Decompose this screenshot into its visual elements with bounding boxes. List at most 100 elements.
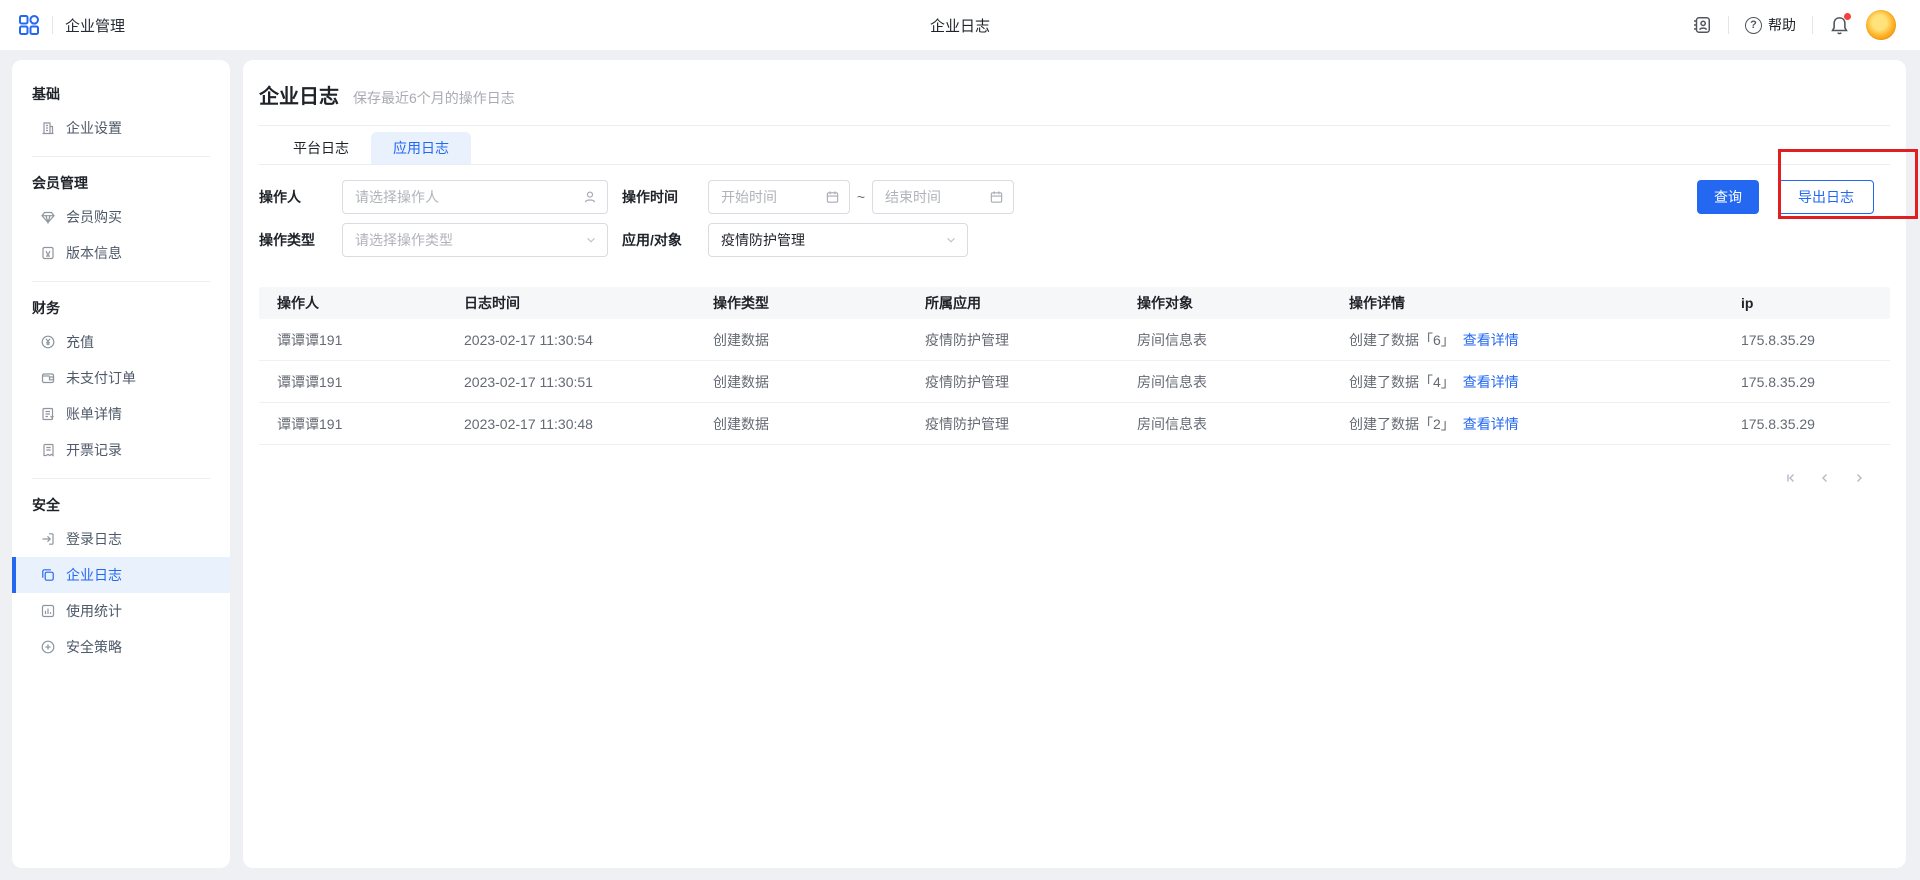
cell-operator: 谭谭谭191 <box>259 372 446 392</box>
calendar-icon <box>825 190 840 205</box>
cell-operator: 谭谭谭191 <box>259 414 446 434</box>
cell-ip: 175.8.35.29 <box>1723 374 1890 390</box>
col-app: 所属应用 <box>907 293 1119 313</box>
sidebar-divider <box>32 281 210 282</box>
tab-platform-logs[interactable]: 平台日志 <box>271 132 371 164</box>
start-time-wrap <box>708 180 850 214</box>
version-doc-icon <box>40 245 56 261</box>
topbar-divider <box>1728 16 1729 34</box>
sidebar-item-label: 会员购买 <box>66 207 122 227</box>
notification-bell-icon[interactable] <box>1829 15 1850 36</box>
bill-icon <box>40 406 56 422</box>
cell-object: 房间信息表 <box>1119 372 1331 392</box>
recharge-yuan-icon <box>40 334 56 350</box>
next-page-button[interactable] <box>1848 467 1870 489</box>
sidebar-item-label: 版本信息 <box>66 243 122 263</box>
login-log-icon <box>40 531 56 547</box>
table-header-row: 操作人 日志时间 操作类型 所属应用 操作对象 操作详情 ip <box>259 287 1890 319</box>
sidebar-item-label: 开票记录 <box>66 440 122 460</box>
sidebar-section-security: 安全 <box>12 489 230 521</box>
sidebar-item-enterprise-settings[interactable]: 企业设置 <box>12 110 230 146</box>
table-row: 谭谭谭191 2023-02-17 11:30:48 创建数据 疫情防护管理 房… <box>259 403 1890 445</box>
time-label: 操作时间 <box>622 187 708 207</box>
cell-log-time: 2023-02-17 11:30:54 <box>446 332 695 348</box>
detail-text: 创建了数据「6」 <box>1349 332 1455 348</box>
tabs: 平台日志 应用日志 <box>259 126 1890 165</box>
contacts-icon[interactable] <box>1692 15 1712 35</box>
filter-row-2: 操作类型 请选择操作类型 应用/对象 疫情防护管理 <box>259 223 1890 257</box>
sidebar-item-version-info[interactable]: 版本信息 <box>12 235 230 271</box>
sidebar-item-login-logs[interactable]: 登录日志 <box>12 521 230 557</box>
sidebar-item-label: 企业日志 <box>66 565 122 585</box>
prev-page-button[interactable] <box>1814 467 1836 489</box>
col-operator: 操作人 <box>259 293 446 313</box>
sidebar-item-enterprise-logs[interactable]: 企业日志 <box>12 557 230 593</box>
sidebar-item-label: 未支付订单 <box>66 368 136 388</box>
operator-input-wrap <box>342 180 608 214</box>
sidebar-item-unpaid-orders[interactable]: 未支付订单 <box>12 360 230 396</box>
help-button[interactable]: ? 帮助 <box>1745 15 1796 35</box>
app-object-value: 疫情防护管理 <box>721 230 805 250</box>
page-title: 企业日志 <box>259 80 339 109</box>
bar-chart-icon <box>40 603 56 619</box>
page-head: 企业日志 保存最近6个月的操作日志 <box>259 60 1890 109</box>
invoice-icon <box>40 442 56 458</box>
cell-log-time: 2023-02-17 11:30:48 <box>446 416 695 432</box>
view-detail-link[interactable]: 查看详情 <box>1463 332 1519 348</box>
cell-log-time: 2023-02-17 11:30:51 <box>446 374 695 390</box>
end-time-wrap <box>872 180 1014 214</box>
topbar: 企业管理 企业日志 ? 帮助 <box>0 0 1920 50</box>
diamond-icon <box>40 209 56 225</box>
operator-label: 操作人 <box>259 187 342 207</box>
view-detail-link[interactable]: 查看详情 <box>1463 374 1519 390</box>
chevron-down-icon <box>584 233 598 247</box>
first-page-button[interactable] <box>1780 467 1802 489</box>
range-separator: ~ <box>850 189 872 205</box>
app-object-select[interactable]: 疫情防护管理 <box>708 223 968 257</box>
cell-operator: 谭谭谭191 <box>259 330 446 350</box>
operation-type-label: 操作类型 <box>259 230 342 250</box>
sidebar-section-finance: 财务 <box>12 292 230 324</box>
sidebar-item-label: 登录日志 <box>66 529 122 549</box>
sidebar: 基础 企业设置 会员管理 会员购买 版本信息 财务 <box>12 60 230 868</box>
page-subtitle: 保存最近6个月的操作日志 <box>353 88 515 108</box>
export-logs-button[interactable]: 导出日志 <box>1778 180 1874 214</box>
calendar-icon <box>989 190 1004 205</box>
cell-object: 房间信息表 <box>1119 414 1331 434</box>
table-row: 谭谭谭191 2023-02-17 11:30:51 创建数据 疫情防护管理 房… <box>259 361 1890 403</box>
enterprise-log-icon <box>40 567 56 583</box>
cell-detail: 创建了数据「2」查看详情 <box>1331 414 1723 434</box>
col-operation-type: 操作类型 <box>695 293 907 313</box>
sidebar-item-bill-details[interactable]: 账单详情 <box>12 396 230 432</box>
col-log-time: 日志时间 <box>446 293 695 313</box>
operation-type-select[interactable]: 请选择操作类型 <box>342 223 608 257</box>
search-button[interactable]: 查询 <box>1697 180 1759 214</box>
cell-object: 房间信息表 <box>1119 330 1331 350</box>
sidebar-divider <box>32 156 210 157</box>
sidebar-item-security-policy[interactable]: 安全策略 <box>12 629 230 665</box>
sidebar-item-usage-stats[interactable]: 使用统计 <box>12 593 230 629</box>
operation-type-placeholder: 请选择操作类型 <box>355 230 453 250</box>
sidebar-item-member-purchase[interactable]: 会员购买 <box>12 199 230 235</box>
topbar-center-title: 企业日志 <box>0 0 1920 50</box>
filter-area: 操作人 操作时间 ~ <box>259 180 1890 257</box>
main-content: 企业日志 保存最近6个月的操作日志 平台日志 应用日志 操作人 操作时间 <box>243 60 1906 868</box>
sidebar-item-recharge[interactable]: 充值 <box>12 324 230 360</box>
user-avatar[interactable] <box>1866 10 1896 40</box>
view-detail-link[interactable]: 查看详情 <box>1463 416 1519 432</box>
sidebar-item-label: 充值 <box>66 332 94 352</box>
table-row: 谭谭谭191 2023-02-17 11:30:54 创建数据 疫情防护管理 房… <box>259 319 1890 361</box>
sidebar-divider <box>32 478 210 479</box>
security-policy-icon <box>40 639 56 655</box>
cell-operation-type: 创建数据 <box>695 372 907 392</box>
col-ip: ip <box>1723 295 1890 311</box>
app-object-label: 应用/对象 <box>622 230 708 250</box>
sidebar-item-label: 安全策略 <box>66 637 122 657</box>
operator-input[interactable] <box>343 189 607 205</box>
sidebar-item-invoice-records[interactable]: 开票记录 <box>12 432 230 468</box>
cell-operation-type: 创建数据 <box>695 330 907 350</box>
app-title: 企业管理 <box>65 15 125 36</box>
apps-grid-icon[interactable] <box>18 14 40 36</box>
person-icon <box>582 189 598 205</box>
tab-app-logs[interactable]: 应用日志 <box>371 132 471 164</box>
